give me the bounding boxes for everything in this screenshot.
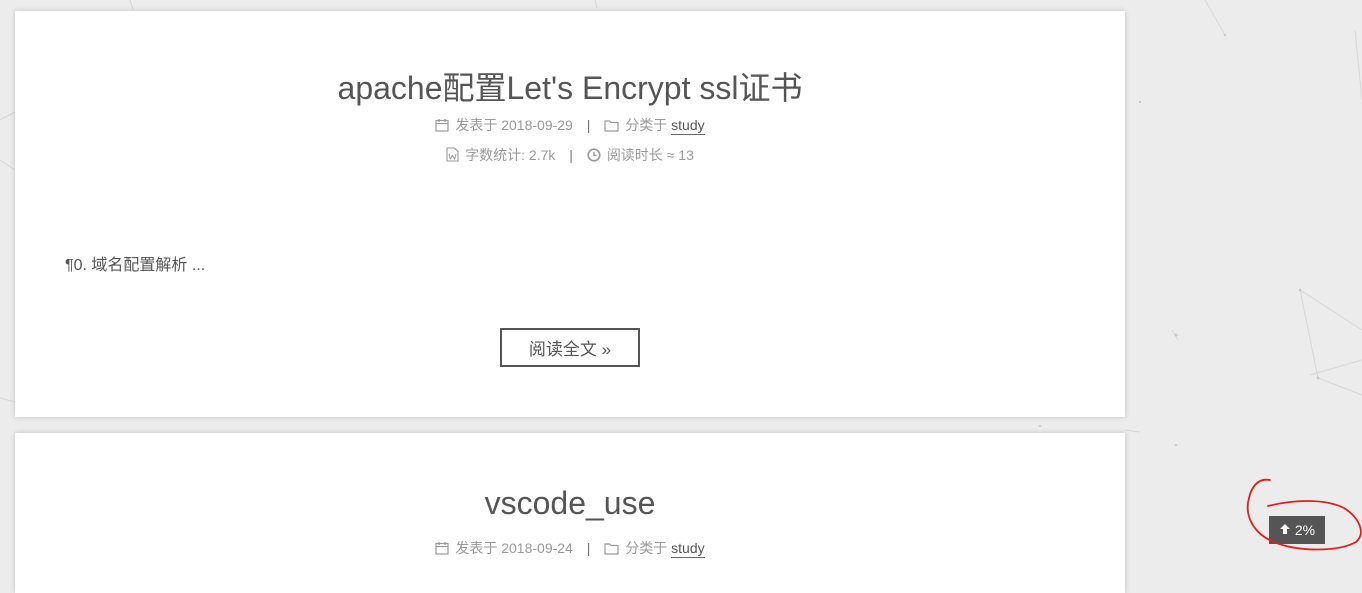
posted-date: 2018-09-24: [501, 540, 573, 556]
category-link[interactable]: study: [671, 117, 705, 135]
post-card: apache配置Let's Encrypt ssl证书 发表于 2018-09-…: [15, 11, 1125, 417]
post-title-link[interactable]: vscode_use: [15, 485, 1125, 522]
wordcount-label: 字数统计:: [465, 147, 526, 163]
posted-label: 发表于: [455, 540, 498, 556]
post-excerpt: ¶0. 域名配置解析 ...: [65, 257, 206, 274]
posted-label: 发表于: [455, 117, 498, 133]
clock-icon: [587, 148, 601, 165]
arrow-up-icon: [1279, 522, 1291, 538]
meta-separator: |: [586, 117, 591, 133]
meta-separator: |: [569, 147, 573, 163]
scroll-percent: 2%: [1294, 522, 1316, 538]
calendar-icon: [435, 541, 449, 558]
post-meta-date-category: 发表于 2018-09-24 | 分类于 study: [15, 538, 1125, 558]
post-title-link[interactable]: apache配置Let's Encrypt ssl证书: [15, 63, 1125, 109]
back-to-top-button[interactable]: 2%: [1269, 516, 1325, 544]
category-label: 分类于: [625, 117, 668, 133]
readtime-label: 阅读时长 ≈: [606, 147, 675, 163]
category-link[interactable]: study: [671, 540, 705, 558]
post-meta-date-category: 发表于 2018-09-29 | 分类于 study: [15, 115, 1125, 135]
folder-icon: [604, 542, 619, 558]
meta-separator: |: [586, 540, 591, 556]
wordcount-value: 2.7k: [528, 147, 556, 163]
file-word-icon: [446, 147, 459, 165]
post-meta-wordcount-readtime: 字数统计: 2.7k | 阅读时长 ≈ 13: [15, 145, 1125, 165]
category-label: 分类于: [625, 540, 668, 556]
read-more-button[interactable]: 阅读全文 »: [500, 328, 640, 367]
posted-date: 2018-09-29: [501, 117, 573, 133]
readtime-value: 13: [678, 147, 694, 163]
folder-icon: [604, 119, 619, 135]
post-card: vscode_use 发表于 2018-09-24 | 分类于 study: [15, 433, 1125, 593]
calendar-icon: [435, 118, 449, 135]
